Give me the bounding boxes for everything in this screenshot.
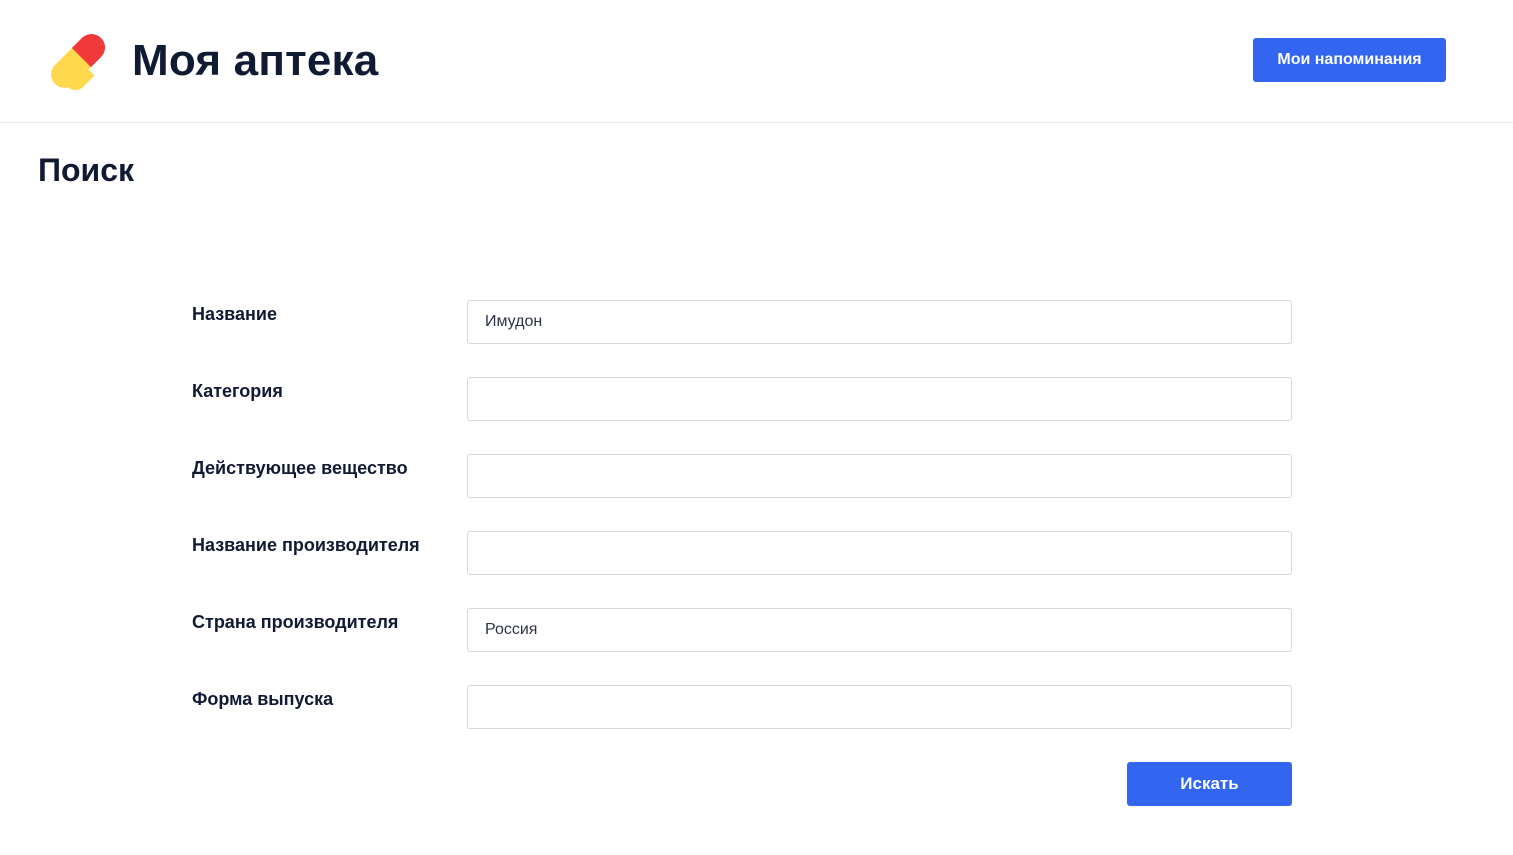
field-row-manufacturer-country: Страна производителя xyxy=(192,608,1292,652)
manufacturer-country-label: Страна производителя xyxy=(192,612,399,632)
app-title: Моя аптека xyxy=(132,36,379,85)
my-reminders-button[interactable]: Мои напоминания xyxy=(1253,38,1446,82)
manufacturer-name-input[interactable] xyxy=(467,531,1292,575)
release-form-label: Форма выпуска xyxy=(192,689,334,709)
field-row-category: Категория xyxy=(192,377,1292,421)
app-header: Моя аптека Мои напоминания xyxy=(0,0,1513,123)
field-row-active-substance: Действующее вещество xyxy=(192,454,1292,498)
search-submit-button[interactable]: Искать xyxy=(1127,762,1292,806)
active-substance-label: Действующее вещество xyxy=(192,458,408,478)
active-substance-input[interactable] xyxy=(467,454,1292,498)
field-row-manufacturer-name: Название производителя xyxy=(192,531,1292,575)
field-row-release-form: Форма выпуска xyxy=(192,685,1292,729)
category-input[interactable] xyxy=(467,377,1292,421)
manufacturer-country-input[interactable] xyxy=(467,608,1292,652)
field-row-name: Название xyxy=(192,300,1292,344)
name-input[interactable] xyxy=(467,300,1292,344)
category-label: Категория xyxy=(192,381,283,401)
release-form-input[interactable] xyxy=(467,685,1292,729)
page-title: Поиск xyxy=(38,152,135,188)
manufacturer-name-label: Название производителя xyxy=(192,535,420,555)
pill-capsule-icon xyxy=(51,34,105,91)
name-label: Название xyxy=(192,304,277,324)
